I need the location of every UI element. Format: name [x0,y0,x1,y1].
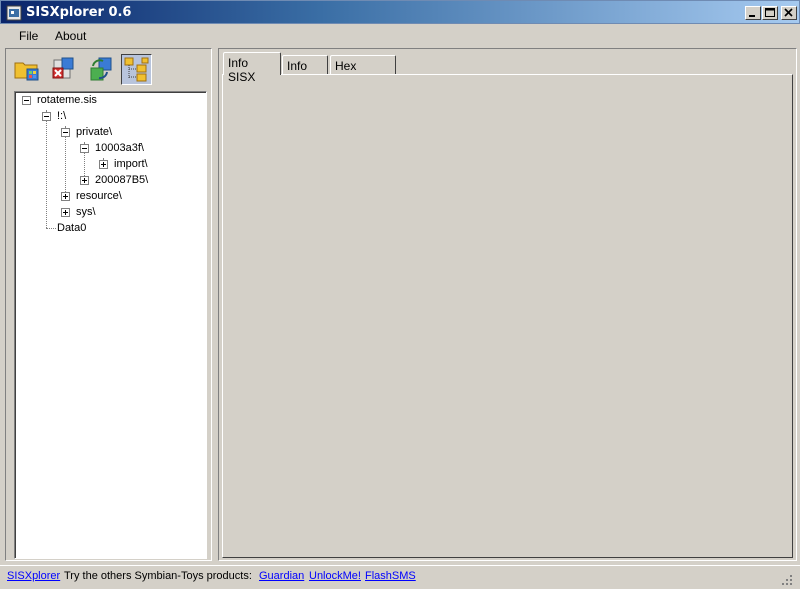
sisxplorer-link[interactable]: SISXplorer [7,570,60,582]
remove-icon [52,57,74,79]
menu-bar: File About [0,25,800,46]
tab-info-sisx[interactable]: Info SISX [223,52,281,84]
resize-grip-icon[interactable] [781,574,793,586]
minimize-icon [749,15,755,17]
tree-collapse-toggle[interactable] [80,144,89,153]
maximize-button[interactable] [762,6,778,20]
status-bar: SISXplorer Try the others Symbian-Toys p… [0,565,800,589]
unlockme-link[interactable]: UnlockMe! [309,570,361,582]
open-button[interactable] [12,54,43,85]
tab-content [222,74,793,558]
left-panel: rotateme.sis !:\ private\ 10003a3f\ impo… [5,48,212,561]
open-folder-icon [14,62,39,81]
refresh-button[interactable] [85,54,116,85]
refresh-icon [90,57,112,81]
right-panel: Info SISX Info File Hex Viewer [218,48,797,561]
guardian-link[interactable]: Guardian [259,570,304,582]
menu-file[interactable]: File [19,29,38,43]
flashsms-link[interactable]: FlashSMS [365,570,416,582]
window-title: SISXplorer 0.6 [26,5,132,20]
title-bar: SISXplorer 0.6 [0,0,800,24]
file-tree[interactable]: rotateme.sis !:\ private\ 10003a3f\ impo… [14,91,207,559]
tree-view-button[interactable] [121,54,152,85]
tree-node-resource[interactable]: resource\ [76,190,122,202]
sisxplorer-app-icon [6,5,22,21]
maximize-icon [765,8,775,17]
remove-button[interactable] [48,54,79,85]
tree-collapse-toggle[interactable] [42,112,51,121]
tab-hex-viewer[interactable]: Hex Viewer [330,55,396,87]
tree-expand-toggle[interactable] [61,192,70,201]
tree-node-10003a3f[interactable]: 10003a3f\ [95,142,144,154]
tree-node-sys[interactable]: sys\ [76,206,96,218]
tree-node-drive[interactable]: !:\ [57,110,66,122]
tree-view-icon [124,57,149,82]
tree-collapse-toggle[interactable] [61,128,70,137]
tree-node-200087b5[interactable]: 200087B5\ [95,174,148,186]
tree-node-import[interactable]: import\ [114,158,148,170]
close-icon [784,8,793,17]
tree-node-private[interactable]: private\ [76,126,112,138]
tree-expand-toggle[interactable] [99,160,108,169]
menu-about[interactable]: About [55,29,86,43]
tree-node-data0[interactable]: Data0 [57,222,86,234]
close-button[interactable] [781,6,797,20]
tree-node-root[interactable]: rotateme.sis [37,94,97,106]
status-text: Try the others Symbian-Toys products: [64,570,252,582]
tree-expand-toggle[interactable] [61,208,70,217]
minimize-button[interactable] [745,6,761,20]
tab-info-file[interactable]: Info File [282,55,328,87]
tree-expand-toggle[interactable] [80,176,89,185]
tree-collapse-toggle[interactable] [22,96,31,105]
